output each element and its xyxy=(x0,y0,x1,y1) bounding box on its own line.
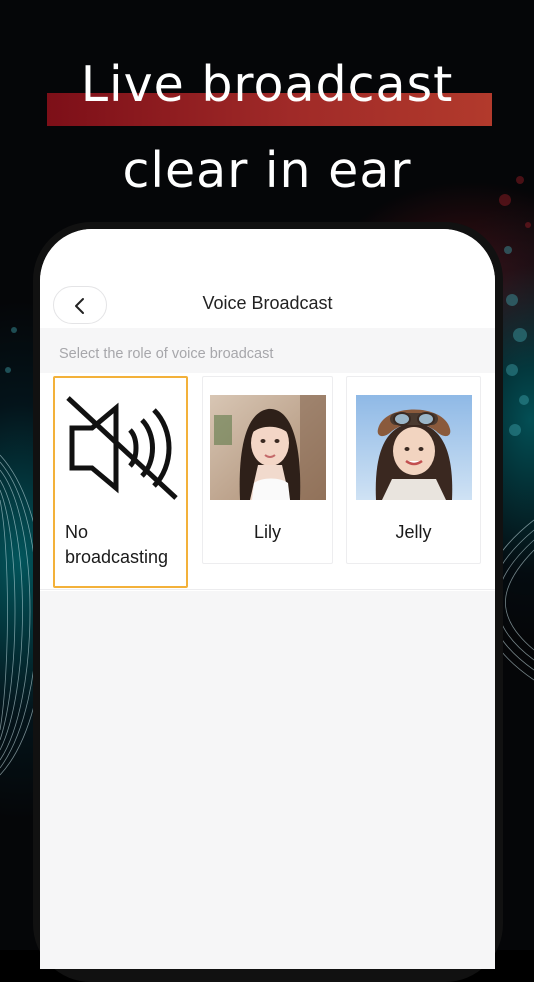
section-hint: Select the role of voice broadcast xyxy=(59,346,274,362)
role-label-lily: Lily xyxy=(253,522,281,542)
avatar-lily xyxy=(210,395,326,500)
avatar-jelly xyxy=(356,395,472,500)
promo-headline-line2: clear in ear xyxy=(122,142,412,199)
role-label-jelly: Jelly xyxy=(395,522,432,542)
speaker-muted-icon xyxy=(66,396,178,500)
promo-headline-line1: Live broadcast xyxy=(80,56,454,113)
role-label-line2: broadcasting xyxy=(65,547,169,567)
page-title: Voice Broadcast xyxy=(202,293,333,313)
role-card-jelly[interactable]: Jelly xyxy=(346,376,481,564)
role-card-no-broadcasting[interactable]: No broadcasting xyxy=(53,376,188,588)
nav-bar: Voice Broadcast xyxy=(40,229,495,328)
divider xyxy=(40,589,495,590)
phone-screen: Voice Broadcast Select the role of voice… xyxy=(40,229,495,969)
role-card-lily[interactable]: Lily xyxy=(202,376,333,564)
role-label-line1: No xyxy=(65,522,89,542)
role-label-no-broadcasting: No broadcasting xyxy=(65,520,190,570)
